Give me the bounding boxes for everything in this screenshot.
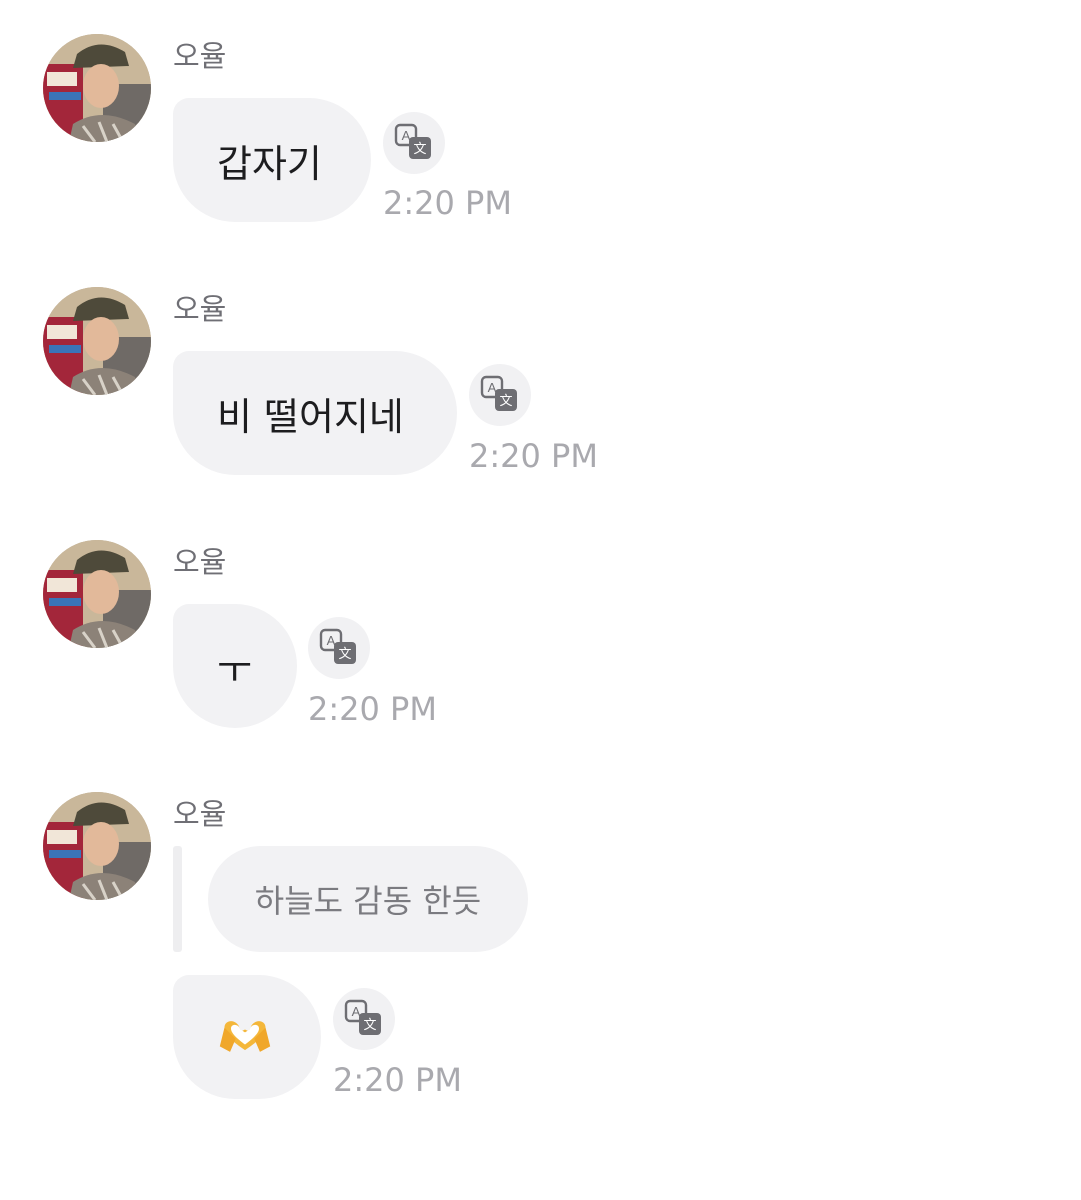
avatar-photo — [43, 287, 151, 395]
translate-button[interactable]: A 文 — [308, 617, 370, 679]
translate-icon: A 文 — [344, 999, 381, 1035]
reply-quote-bubble[interactable]: 하늘도 감동 한듯 — [208, 846, 528, 952]
translate-icon: A 文 — [319, 628, 356, 664]
svg-text:文: 文 — [338, 647, 351, 662]
svg-text:文: 文 — [413, 142, 426, 157]
message-bubble[interactable] — [173, 975, 321, 1099]
heart-hands-emoji — [219, 1021, 271, 1052]
timestamp: 2:20 PM — [308, 690, 437, 728]
reply-quote-bar — [173, 846, 182, 952]
message-bubble[interactable]: 갑자기 — [173, 98, 371, 222]
svg-text:文: 文 — [363, 1018, 376, 1033]
avatar-photo — [43, 540, 151, 648]
sender-name: 오율 — [173, 292, 227, 326]
translate-button[interactable]: A 文 — [333, 988, 395, 1050]
avatar[interactable] — [43, 792, 151, 900]
avatar-photo — [43, 792, 151, 900]
timestamp: 2:20 PM — [469, 437, 598, 475]
sender-name: 오율 — [173, 39, 227, 73]
avatar[interactable] — [43, 287, 151, 395]
translate-button[interactable]: A 文 — [383, 112, 445, 174]
translate-icon: A 文 — [394, 123, 431, 159]
timestamp: 2:20 PM — [333, 1061, 462, 1099]
avatar-photo — [43, 34, 151, 142]
timestamp: 2:20 PM — [383, 184, 512, 222]
avatar[interactable] — [43, 34, 151, 142]
message-bubble[interactable]: 비 떨어지네 — [173, 351, 457, 475]
avatar[interactable] — [43, 540, 151, 648]
translate-icon: A 文 — [480, 375, 517, 411]
translate-button[interactable]: A 文 — [469, 364, 531, 426]
svg-text:文: 文 — [499, 394, 512, 409]
sender-name: 오율 — [173, 797, 227, 831]
sender-name: 오율 — [173, 545, 227, 579]
message-bubble[interactable]: ㅜ — [173, 604, 297, 728]
